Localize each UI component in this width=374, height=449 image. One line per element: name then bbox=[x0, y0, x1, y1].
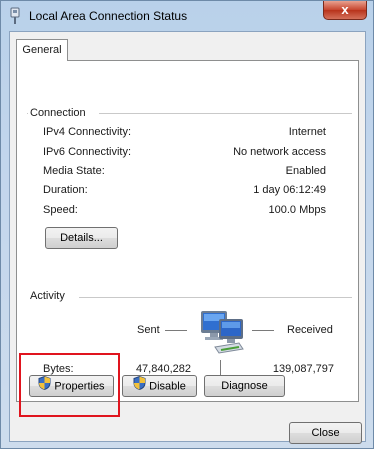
connection-group-label: Connection bbox=[28, 107, 88, 119]
close-icon: x bbox=[341, 2, 349, 17]
window-title: Local Area Connection Status bbox=[29, 9, 188, 23]
details-button-label: Details... bbox=[60, 232, 103, 244]
close-button-label: Close bbox=[311, 427, 340, 439]
ipv4-connectivity-value: Internet bbox=[288, 126, 326, 138]
connection-group-line bbox=[99, 113, 352, 114]
network-computers-icon bbox=[199, 305, 249, 362]
title-bar[interactable]: Local Area Connection Status x bbox=[1, 1, 373, 31]
ipv6-connectivity-value: No network access bbox=[233, 146, 326, 158]
network-adapter-icon bbox=[9, 7, 21, 25]
activity-group-label: Activity bbox=[28, 290, 67, 302]
general-tab-panel: Connection IPv4 Connectivity: Internet I… bbox=[16, 60, 359, 402]
received-label: Received bbox=[287, 324, 333, 336]
speed-value: 100.0 Mbps bbox=[268, 204, 326, 216]
ipv6-connectivity-label: IPv6 Connectivity: bbox=[43, 146, 132, 158]
diagnose-button[interactable]: Diagnose bbox=[204, 375, 285, 397]
diagnose-button-label: Diagnose bbox=[221, 380, 268, 392]
sent-line bbox=[165, 330, 187, 331]
received-line bbox=[252, 330, 274, 331]
media-state-value: Enabled bbox=[285, 165, 326, 177]
sent-label: Sent bbox=[137, 324, 160, 336]
activity-group-line bbox=[79, 297, 352, 298]
speed-label: Speed: bbox=[43, 204, 78, 216]
bytes-sent-value: 47,840,282 bbox=[135, 363, 191, 375]
details-button[interactable]: Details... bbox=[45, 227, 118, 249]
disable-button[interactable]: Disable bbox=[122, 375, 197, 397]
ipv4-connectivity-label: IPv4 Connectivity: bbox=[43, 126, 132, 138]
duration-value: 1 day 06:12:49 bbox=[253, 184, 326, 196]
close-button[interactable]: Close bbox=[289, 422, 362, 444]
duration-label: Duration: bbox=[43, 184, 88, 196]
highlight-box bbox=[19, 353, 120, 417]
media-state-label: Media State: bbox=[43, 165, 105, 177]
connection-status-window: Local Area Connection Status x General C… bbox=[0, 0, 374, 449]
bytes-received-value: 139,087,797 bbox=[272, 363, 334, 375]
disable-button-label: Disable bbox=[149, 380, 186, 393]
tab-general[interactable]: General bbox=[16, 39, 68, 61]
shield-icon bbox=[133, 375, 146, 397]
window-close-button[interactable]: x bbox=[323, 1, 367, 20]
